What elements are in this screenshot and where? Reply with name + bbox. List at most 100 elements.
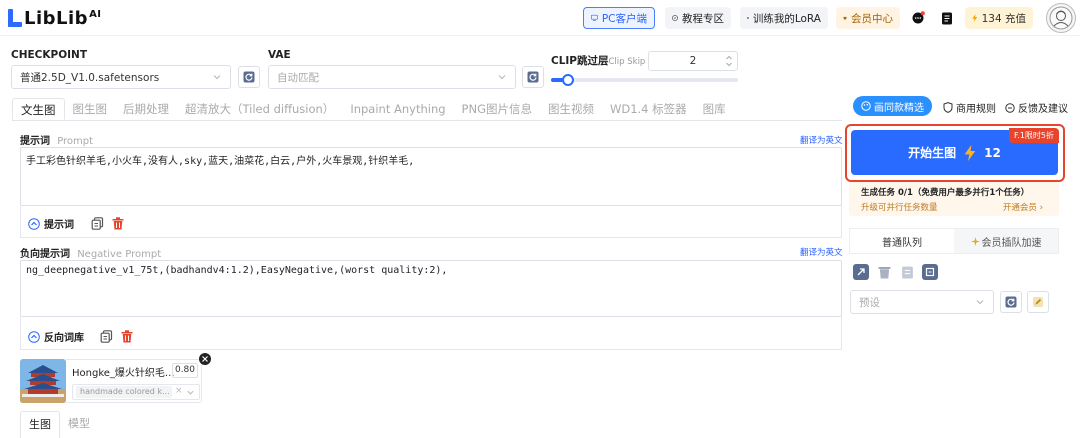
prompt-translate-link[interactable]: 翻译为英文 (800, 134, 843, 146)
open-vip-link[interactable]: 开通会员 › (1003, 201, 1043, 213)
top-header: LibLibAI PC客户端 教程专区 训练我的LoRA 会员中心 134 充值 (0, 0, 1080, 36)
refresh-icon (527, 71, 539, 83)
train-lora-button[interactable]: 训练我的LoRA (740, 7, 828, 29)
refresh-icon (1005, 296, 1017, 308)
document-button[interactable] (936, 7, 958, 29)
logo-mark-icon (8, 9, 22, 27)
chevron-up-circle-icon (28, 330, 40, 343)
lightning-icon (972, 14, 978, 22)
clip-skip-stepper[interactable]: 2 (648, 51, 738, 71)
mode-tabs: 文生图 图生图 后期处理 超清放大（Tiled diffusion） Inpaint A… (12, 98, 734, 120)
copy-icon (91, 216, 103, 230)
trash-tool-button[interactable] (876, 264, 892, 280)
vae-refresh-button[interactable] (522, 66, 544, 88)
normal-queue-option[interactable]: 普通队列 (850, 229, 954, 253)
tutorial-button[interactable]: 教程专区 (665, 7, 731, 29)
close-icon[interactable]: × (175, 386, 183, 396)
tab-3[interactable]: 超清放大（Tiled diffusion） (177, 98, 342, 120)
negative-translate-link[interactable]: 翻译为英文 (800, 246, 843, 258)
checkpoint-select[interactable]: 普通2.5D_V1.0.safetensors (11, 65, 231, 89)
checkpoint-label: CHECKPOINT (11, 49, 87, 61)
tab-model[interactable]: 模型 (68, 411, 90, 437)
chevron-up-circle-icon (28, 217, 40, 230)
negative-toolbar (20, 317, 842, 350)
prompt-textarea[interactable]: 手工彩色针织羊毛,小火车,没有人,sky,蓝天,油菜花,白云,户外,火车景观,针… (20, 147, 842, 206)
discount-badge: F.1限时5折 (1008, 128, 1059, 143)
prompt-library-button[interactable]: 提示词 (28, 216, 74, 231)
edit-icon (1033, 297, 1043, 307)
featured-button[interactable]: 画同款精选 (853, 96, 932, 116)
clip-skip-value: 2 (689, 55, 697, 67)
clipboard-tool-button[interactable] (899, 264, 915, 280)
tab-7[interactable]: WD1.4 标签器 (602, 98, 695, 120)
logo-text: LibLibAI (24, 7, 102, 29)
close-icon (202, 356, 208, 362)
lora-thumbnail[interactable] (20, 359, 66, 403)
clipboard-icon (901, 266, 913, 279)
send-to-button[interactable] (853, 264, 869, 280)
palette-icon (861, 101, 871, 111)
task-info-box: 生成任务 0/1（免费用户最多并行1个任务） 升级可并行任务数量 开通会员 › (849, 182, 1059, 216)
chevron-down-icon (213, 75, 221, 80)
negative-prompt-label: 负向提示词 Negative Prompt (20, 249, 162, 260)
pc-client-button[interactable]: PC客户端 (583, 7, 655, 29)
lora-name[interactable]: Hongke_爆火针织毛... (72, 364, 174, 379)
task-title: 生成任务 0/1（免费用户最多并行1个任务） (861, 188, 1030, 198)
save-icon (925, 267, 935, 277)
user-avatar[interactable] (1046, 3, 1076, 33)
chevron-down-icon (187, 390, 194, 395)
cube-icon (747, 17, 749, 19)
clip-skip-label: CLIP跳过层Clip Skip (551, 55, 646, 67)
preset-placeholder: 预设 (859, 296, 880, 309)
stepper-arrows-icon[interactable] (725, 54, 733, 68)
negative-prompt-textarea[interactable]: ng_deepnegative_v1_75t,(badhandv4:1.2),E… (20, 260, 842, 317)
copy-button[interactable] (89, 215, 105, 231)
monitor-icon (591, 14, 598, 21)
delete-button[interactable] (110, 215, 126, 231)
trash-icon (112, 216, 124, 229)
document-icon (942, 12, 952, 24)
chevron-down-icon (976, 300, 984, 305)
liblib-logo[interactable]: LibLibAI (8, 7, 102, 29)
negative-library-button[interactable]: 反向词库 (28, 329, 84, 344)
tab-6[interactable]: 图生视频 (540, 98, 602, 120)
message-button[interactable] (907, 7, 929, 29)
sparkle-icon (970, 236, 980, 246)
lora-remove-button[interactable] (199, 353, 211, 365)
apply-style-button[interactable] (922, 264, 938, 280)
tab-0[interactable]: 文生图 (12, 98, 65, 120)
commercial-rules-link[interactable]: 商用规则 (943, 100, 996, 115)
checkpoint-refresh-button[interactable] (238, 66, 260, 88)
vip-queue-option[interactable]: 会员插队加速 (954, 229, 1058, 253)
prompt-toolbar (20, 206, 842, 238)
tab-generate[interactable]: 生图 (20, 411, 60, 438)
clip-skip-slider-thumb[interactable] (561, 74, 574, 86)
arrow-icon (857, 268, 865, 276)
preset-refresh-button[interactable] (1000, 291, 1022, 313)
chat-icon (912, 11, 925, 24)
task-upgrade-text: 升级可并行任务数量 (861, 203, 938, 213)
tabs-divider (12, 120, 842, 121)
feedback-link[interactable]: 反馈及建议 (1005, 100, 1068, 115)
tab-4[interactable]: Inpaint Anything (342, 98, 453, 120)
clip-skip-slider-track[interactable] (551, 74, 738, 86)
lora-tag-select[interactable]: handmade colored k... × (72, 384, 200, 400)
vae-placeholder: 自动匹配 (277, 71, 319, 84)
tab-2[interactable]: 后期处理 (115, 98, 177, 120)
recharge-button[interactable]: 134 充值 (965, 7, 1033, 29)
compass-icon (672, 15, 678, 21)
vip-center-button[interactable]: 会员中心 (836, 7, 900, 29)
chevron-down-icon (498, 75, 506, 80)
vae-label: VAE (268, 49, 291, 61)
vae-select[interactable]: 自动匹配 (268, 65, 516, 89)
preset-select[interactable]: 预设 (850, 290, 994, 314)
tab-5[interactable]: PNG图片信息 (454, 98, 540, 120)
preset-edit-button[interactable] (1027, 291, 1049, 313)
trash-icon (121, 329, 133, 342)
delete-button[interactable] (119, 328, 135, 344)
tab-8[interactable]: 图库 (695, 98, 734, 120)
tab-1[interactable]: 图生图 (65, 98, 116, 120)
copy-button[interactable] (98, 328, 114, 344)
lora-weight-input[interactable]: 0.80 (172, 363, 198, 378)
refresh-icon (243, 71, 255, 83)
